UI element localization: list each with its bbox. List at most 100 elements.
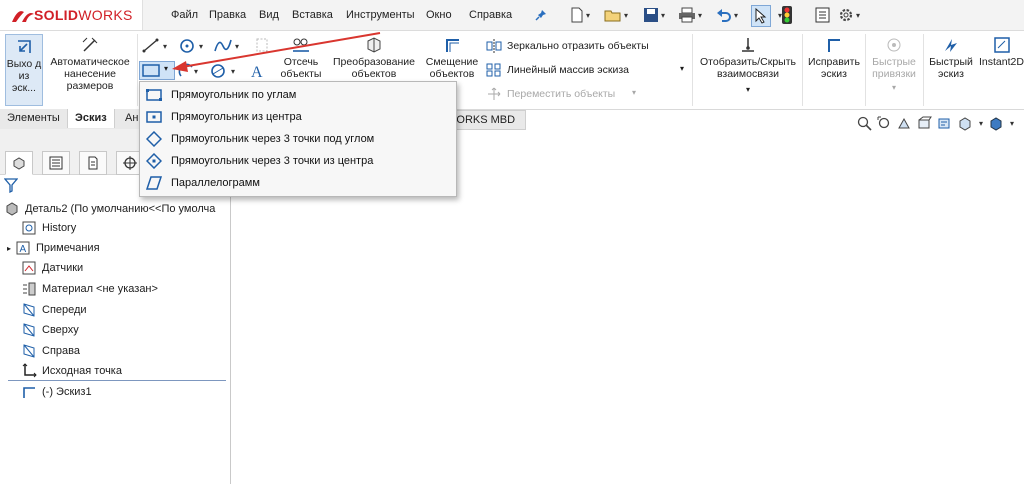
quick-snaps-label: Быстрые привязки xyxy=(872,56,916,80)
file-properties-button[interactable] xyxy=(815,5,830,25)
pin-icon[interactable] xyxy=(535,9,547,21)
ribbon-divider xyxy=(923,34,924,106)
view-orientation-icon[interactable] xyxy=(957,116,972,131)
ribbon-divider xyxy=(692,34,693,106)
crosshair-icon xyxy=(123,156,137,170)
gear-icon xyxy=(839,8,853,22)
tree-item-material[interactable]: Материал <не указан> xyxy=(21,279,158,299)
tree-root-part[interactable]: Деталь2 (По умолчанию<<По умолча xyxy=(4,199,215,219)
tree-item-history[interactable]: History xyxy=(21,218,76,238)
menu-file[interactable]: Файл xyxy=(171,9,198,21)
section-view-icon[interactable] xyxy=(917,116,932,131)
print-button[interactable]: ▾ xyxy=(678,5,702,25)
options-button[interactable]: ▾ xyxy=(838,5,860,25)
open-button[interactable]: ▾ xyxy=(604,5,628,25)
tab-sketch[interactable]: Эскиз xyxy=(68,109,115,128)
menu-insert[interactable]: Вставка xyxy=(292,9,333,21)
menu-edit[interactable]: Правка xyxy=(209,9,246,21)
menu-item-center-rectangle[interactable]: Прямоугольник из центра xyxy=(140,106,456,128)
menu-help[interactable]: Справка xyxy=(469,9,512,21)
zoom-to-fit-icon[interactable] xyxy=(857,116,872,131)
svg-text:▾: ▾ xyxy=(163,42,167,51)
trim-label: Отсечь объекты xyxy=(280,56,322,80)
quick-snaps-caret[interactable]: ▾ xyxy=(868,82,920,94)
display-style-icon[interactable] xyxy=(988,116,1003,131)
svg-text:▾: ▾ xyxy=(231,67,235,76)
propertymanager-tab[interactable] xyxy=(42,151,70,175)
instant2d-button[interactable]: Instant2D xyxy=(979,36,1024,68)
material-icon xyxy=(23,282,36,296)
tree-item-top-plane[interactable]: Сверху xyxy=(21,320,79,340)
zoom-to-area-icon[interactable] xyxy=(877,116,892,131)
menu-window[interactable]: Окно xyxy=(426,9,452,21)
exit-sketch-button[interactable]: Выхо д из эск... xyxy=(5,34,43,106)
ribbon-divider xyxy=(137,34,138,106)
history-folder-icon xyxy=(22,221,36,235)
exit-sketch-label: Выхо д из эск... xyxy=(6,58,42,94)
convert-entities-label: Преобразование объектов xyxy=(333,56,415,80)
menu-item-label: Прямоугольник из центра xyxy=(171,111,302,123)
previous-view-icon[interactable] xyxy=(897,116,912,131)
traffic-light-icon xyxy=(782,6,793,24)
show-relations-label: Отобразить/Скрыть взаимосвязи xyxy=(700,56,796,80)
tree-item-label: Примечания xyxy=(36,242,100,254)
save-button[interactable]: ▾ xyxy=(643,5,665,25)
instant2d-icon xyxy=(994,37,1010,53)
tree-item-right-plane[interactable]: Справа xyxy=(21,341,80,361)
menu-tools[interactable]: Инструменты xyxy=(346,9,415,21)
linear-pattern-caret[interactable]: ▾ xyxy=(680,64,684,73)
menu-item-corner-rectangle[interactable]: Прямоугольник по углам xyxy=(140,84,456,106)
select-button[interactable] xyxy=(751,5,771,27)
menu-item-parallelogram[interactable]: Параллелограмм xyxy=(140,172,456,194)
expand-arrow-icon[interactable]: ▸ xyxy=(7,244,11,253)
filter-icon[interactable] xyxy=(4,177,18,193)
trim-icon xyxy=(293,38,309,52)
tree-item-annotations[interactable]: ▸ A Примечания xyxy=(7,238,100,258)
convert-entities-button[interactable]: Преобразование объектов xyxy=(328,36,420,80)
display-style-caret[interactable]: ▾ xyxy=(1010,119,1014,128)
auto-dimension-button[interactable]: Автоматическое нанесение размеров xyxy=(44,36,136,104)
origin-icon xyxy=(22,363,37,378)
repair-sketch-button[interactable]: Исправить эскиз xyxy=(806,36,862,80)
rapid-sketch-button[interactable]: Быстрый эскиз xyxy=(926,36,976,80)
move-entities-caret[interactable]: ▾ xyxy=(632,88,636,97)
svg-text:▾: ▾ xyxy=(235,42,239,51)
view-orientation-caret[interactable]: ▾ xyxy=(979,119,983,128)
rectangle-dropdown-caret[interactable]: ▾ xyxy=(164,64,168,73)
configurationmanager-tab[interactable] xyxy=(79,151,107,175)
undo-icon xyxy=(717,9,731,22)
undo-button[interactable]: ▾ xyxy=(716,5,738,25)
tree-item-label: (-) Эскиз1 xyxy=(42,386,92,398)
show-relations-button[interactable]: Отобразить/Скрыть взаимосвязи ▾ xyxy=(696,36,800,96)
offset-entities-button[interactable]: Смещение объектов xyxy=(423,36,481,80)
menu-item-3pt-center-rectangle[interactable]: Прямоугольник через 3 точки из центра xyxy=(140,150,456,172)
tree-item-label: Справа xyxy=(42,345,80,357)
featuremanager-tab[interactable] xyxy=(5,151,33,175)
part-icon xyxy=(6,202,18,216)
new-document-button[interactable]: ▾ xyxy=(570,5,590,25)
ribbon-divider xyxy=(865,34,866,106)
svg-text:▾: ▾ xyxy=(199,42,203,51)
tree-item-origin[interactable]: Исходная точка xyxy=(21,361,122,381)
tab-solidworks-mbd[interactable]: WORKS MBD xyxy=(446,110,527,130)
tab-features[interactable]: Элементы xyxy=(0,109,68,128)
show-relations-caret[interactable]: ▾ xyxy=(696,84,800,96)
tree-item-sensors[interactable]: Датчики xyxy=(21,258,83,278)
quick-snaps-button[interactable]: Быстрые привязки ▾ xyxy=(868,36,920,94)
dynamic-annotation-icon[interactable] xyxy=(937,116,952,131)
rollback-bar[interactable] xyxy=(8,380,226,381)
move-entities-button[interactable]: Переместить объекты xyxy=(486,87,615,101)
tree-item-sketch1[interactable]: (-) Эскиз1 xyxy=(21,382,92,402)
menu-view[interactable]: Вид xyxy=(259,9,279,21)
mirror-entities-button[interactable]: Зеркально отразить объекты xyxy=(486,39,649,53)
trim-button[interactable]: Отсечь объекты xyxy=(279,36,323,80)
rebuild-button[interactable]: ▾ xyxy=(776,5,793,25)
rapid-sketch-label: Быстрый эскиз xyxy=(929,56,973,80)
sketch-icon xyxy=(23,387,35,398)
menu-item-3pt-corner-rectangle[interactable]: Прямоугольник через 3 точки под углом xyxy=(140,128,456,150)
rectangle-tool-button[interactable]: ▾ xyxy=(139,61,175,80)
rect-3pt-corner-icon xyxy=(146,131,162,147)
relations-icon xyxy=(742,38,754,52)
linear-pattern-button[interactable]: Линейный массив эскиза xyxy=(486,63,629,77)
tree-item-front-plane[interactable]: Спереди xyxy=(21,300,87,320)
